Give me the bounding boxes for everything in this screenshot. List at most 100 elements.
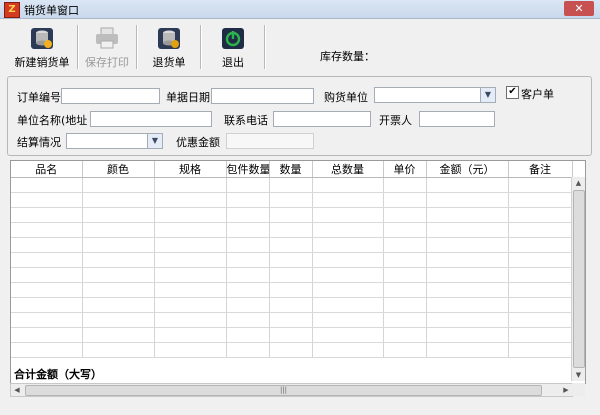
table-row[interactable] [11, 282, 573, 298]
phone-input[interactable] [273, 111, 371, 127]
table-cell[interactable] [226, 237, 270, 253]
table-cell[interactable] [269, 192, 313, 208]
table-cell[interactable] [269, 312, 313, 328]
table-cell[interactable] [383, 267, 427, 283]
scroll-down-icon[interactable]: ▼ [572, 369, 585, 381]
customer-order-checkbox[interactable]: ✔ [506, 86, 519, 99]
table-cell[interactable] [82, 282, 155, 298]
buyer-unit-select[interactable]: ▼ [374, 87, 496, 103]
table-cell[interactable] [154, 267, 227, 283]
table-row[interactable] [11, 342, 573, 358]
table-cell[interactable] [11, 252, 83, 268]
table-cell[interactable] [82, 267, 155, 283]
column-header[interactable]: 颜色 [82, 161, 155, 178]
table-cell[interactable] [383, 237, 427, 253]
settlement-select[interactable]: ▼ [66, 133, 163, 149]
table-row[interactable] [11, 222, 573, 238]
table-cell[interactable] [312, 207, 384, 223]
column-header[interactable]: 总数量 [312, 161, 384, 178]
horizontal-scrollbar[interactable]: ◀ ||| ▶ [10, 383, 573, 397]
table-cell[interactable] [226, 177, 270, 193]
table-cell[interactable] [508, 297, 573, 313]
table-cell[interactable] [11, 192, 83, 208]
table-cell[interactable] [154, 222, 227, 238]
table-cell[interactable] [426, 312, 509, 328]
table-cell[interactable] [508, 237, 573, 253]
table-cell[interactable] [154, 312, 227, 328]
table-cell[interactable] [383, 327, 427, 343]
table-row[interactable] [11, 192, 573, 208]
column-header[interactable]: 备注 [508, 161, 573, 178]
table-cell[interactable] [312, 312, 384, 328]
table-cell[interactable] [154, 237, 227, 253]
table-row[interactable] [11, 327, 573, 343]
scroll-up-icon[interactable]: ▲ [572, 177, 585, 189]
table-cell[interactable] [154, 282, 227, 298]
table-cell[interactable] [426, 192, 509, 208]
table-row[interactable] [11, 252, 573, 268]
column-header[interactable]: 金额（元） [426, 161, 509, 178]
table-cell[interactable] [426, 282, 509, 298]
table-cell[interactable] [269, 342, 313, 358]
table-cell[interactable] [508, 177, 573, 193]
table-cell[interactable] [269, 222, 313, 238]
table-cell[interactable] [11, 282, 83, 298]
table-cell[interactable] [11, 297, 83, 313]
order-no-input[interactable] [61, 88, 160, 104]
table-cell[interactable] [269, 177, 313, 193]
table-cell[interactable] [426, 327, 509, 343]
table-cell[interactable] [269, 282, 313, 298]
return-order-button[interactable]: 退货单 [146, 25, 192, 69]
table-cell[interactable] [508, 327, 573, 343]
close-button[interactable]: ✕ [564, 1, 594, 16]
discount-input[interactable] [226, 133, 314, 149]
table-cell[interactable] [426, 297, 509, 313]
table-row[interactable] [11, 177, 573, 193]
table-cell[interactable] [82, 192, 155, 208]
table-row[interactable] [11, 237, 573, 253]
table-cell[interactable] [82, 312, 155, 328]
table-cell[interactable] [383, 297, 427, 313]
table-cell[interactable] [11, 222, 83, 238]
table-cell[interactable] [508, 252, 573, 268]
table-row[interactable] [11, 207, 573, 223]
table-cell[interactable] [383, 252, 427, 268]
table-cell[interactable] [426, 267, 509, 283]
table-cell[interactable] [312, 237, 384, 253]
table-cell[interactable] [269, 297, 313, 313]
table-cell[interactable] [82, 177, 155, 193]
table-row[interactable] [11, 267, 573, 283]
table-cell[interactable] [226, 207, 270, 223]
table-cell[interactable] [426, 342, 509, 358]
column-header[interactable]: 单价 [383, 161, 427, 178]
table-cell[interactable] [82, 297, 155, 313]
save-print-button[interactable]: 保存打印 [82, 25, 132, 69]
table-cell[interactable] [312, 192, 384, 208]
invoicer-input[interactable] [419, 111, 495, 127]
table-cell[interactable] [11, 342, 83, 358]
table-cell[interactable] [508, 312, 573, 328]
table-cell[interactable] [82, 222, 155, 238]
table-cell[interactable] [154, 252, 227, 268]
vertical-scroll-thumb[interactable] [573, 190, 585, 368]
horizontal-scroll-thumb[interactable]: ||| [25, 385, 542, 396]
column-header[interactable]: 数量 [269, 161, 313, 178]
table-cell[interactable] [312, 282, 384, 298]
table-cell[interactable] [226, 282, 270, 298]
exit-button[interactable]: 退出 [212, 25, 254, 69]
table-cell[interactable] [426, 177, 509, 193]
table-cell[interactable] [82, 237, 155, 253]
table-cell[interactable] [226, 267, 270, 283]
table-cell[interactable] [11, 267, 83, 283]
table-cell[interactable] [226, 192, 270, 208]
table-cell[interactable] [508, 342, 573, 358]
table-cell[interactable] [154, 297, 227, 313]
table-cell[interactable] [312, 252, 384, 268]
table-cell[interactable] [508, 192, 573, 208]
table-cell[interactable] [269, 207, 313, 223]
scroll-left-icon[interactable]: ◀ [11, 384, 23, 396]
table-cell[interactable] [383, 207, 427, 223]
column-header[interactable]: 包件数量 [226, 161, 270, 178]
table-cell[interactable] [312, 342, 384, 358]
table-cell[interactable] [383, 177, 427, 193]
